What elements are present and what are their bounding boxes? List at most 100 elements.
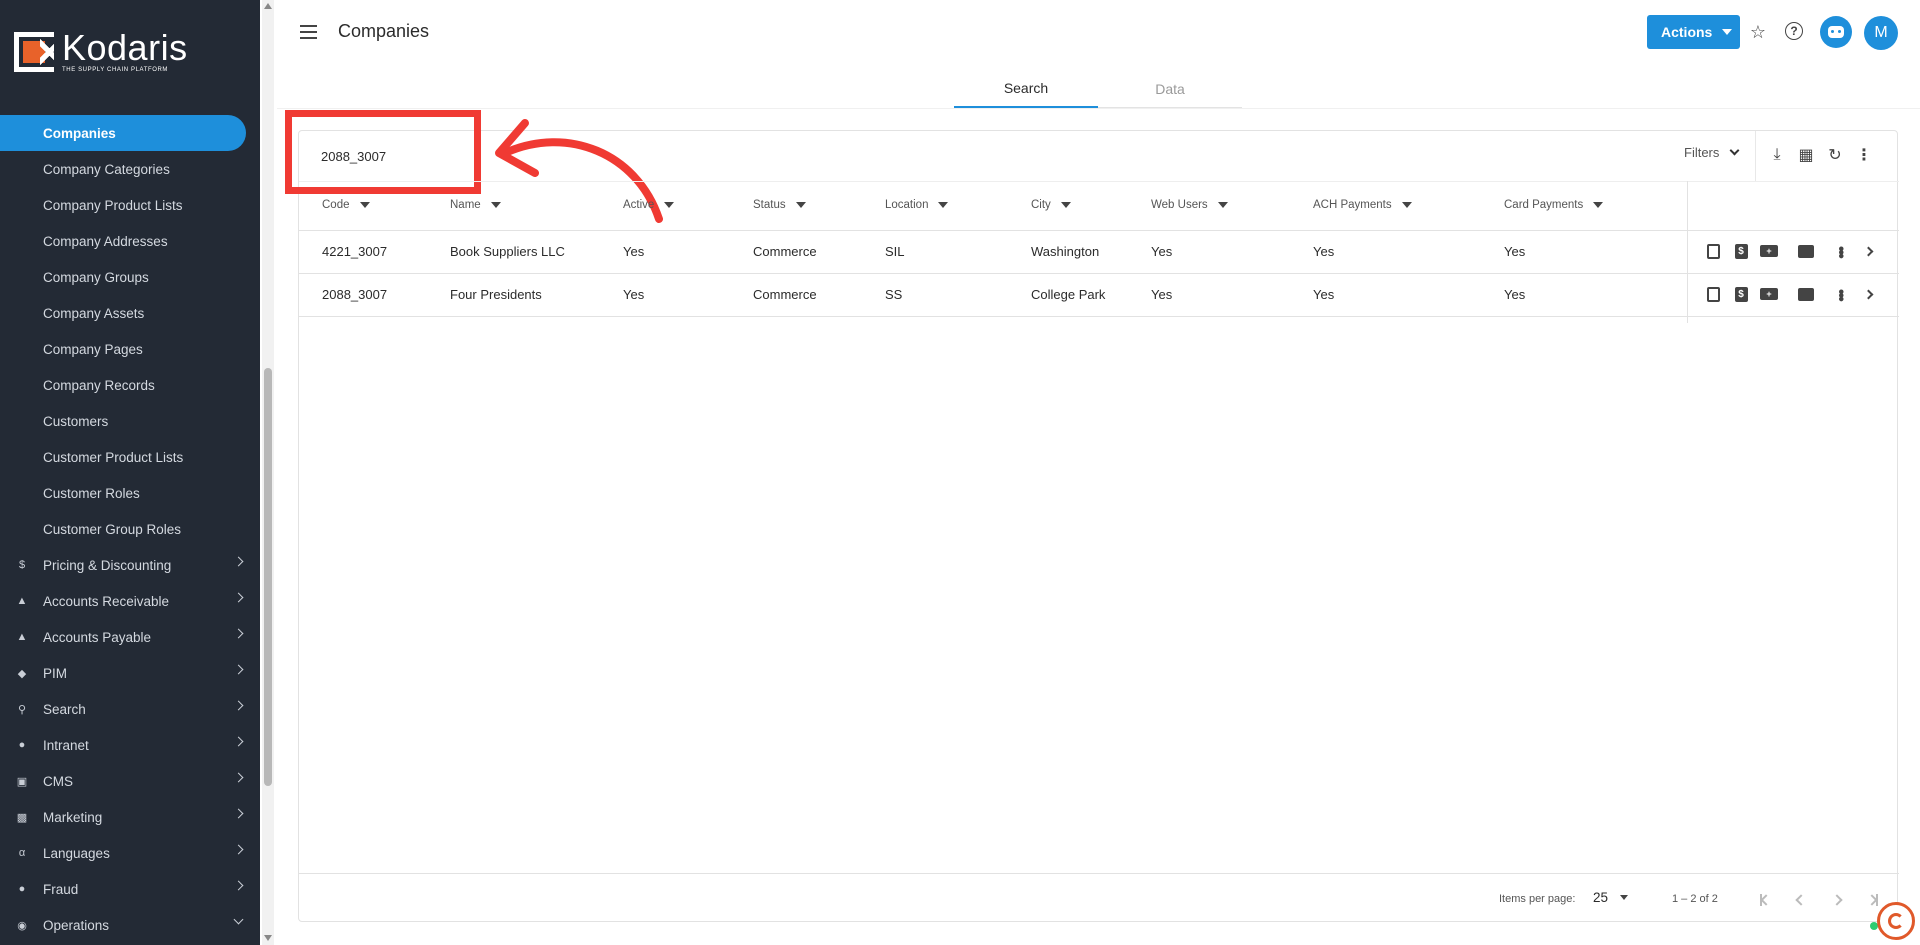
add-note-icon[interactable]	[1704, 242, 1722, 260]
cell-name: Four Presidents	[450, 287, 542, 302]
sidebar-group-fraud[interactable]: ● Fraud	[0, 871, 260, 907]
chevron-right-icon[interactable]	[1859, 285, 1877, 303]
tab-search[interactable]: Search	[954, 70, 1098, 108]
columns-icon[interactable]: ▦	[1796, 145, 1816, 165]
sidebar-item-company-pages[interactable]: Company Pages	[0, 331, 260, 367]
alert-icon: ●	[18, 883, 26, 895]
star-icon[interactable]: ☆	[1748, 22, 1768, 42]
comment-icon[interactable]	[1797, 242, 1815, 260]
scroll-down-arrow-icon[interactable]	[264, 935, 272, 941]
sidebar-item-customer-product-lists[interactable]: Customer Product Lists	[0, 439, 260, 475]
add-invoice-icon[interactable]: $	[1732, 242, 1750, 260]
kodaris-logo-mark	[14, 31, 54, 72]
table-row[interactable]: 2088_3007 Four Presidents Yes Commerce S…	[299, 274, 1899, 317]
sidebar-item-company-categories[interactable]: Company Categories	[0, 151, 260, 187]
cell-status: Commerce	[753, 287, 817, 302]
logo-name: Kodaris	[62, 27, 188, 68]
sidebar-item-company-groups[interactable]: Company Groups	[0, 259, 260, 295]
search-input[interactable]	[321, 141, 481, 171]
cell-city: Washington	[1031, 244, 1100, 259]
cell-code: 4221_3007	[322, 244, 388, 259]
column-header-card-payments[interactable]: Card Payments	[1504, 199, 1604, 211]
operations-icon: ◉	[17, 919, 27, 932]
column-header-status[interactable]: Status	[753, 199, 806, 211]
sidebar-item-customers[interactable]: Customers	[0, 403, 260, 439]
sidebar-item-company-assets[interactable]: Company Assets	[0, 295, 260, 331]
sort-icon	[1217, 202, 1228, 208]
paginator: Items per page: 25 1 – 2 of 2	[299, 873, 1899, 923]
toolbar-divider	[1755, 131, 1756, 181]
sidebar-group-languages[interactable]: α Languages	[0, 835, 260, 871]
sidebar-item-companies[interactable]: Companies	[0, 115, 246, 151]
sidebar-group-pim[interactable]: ◆ PIM	[0, 655, 260, 691]
sidebar-group-operations[interactable]: ◉ Operations	[0, 907, 260, 943]
column-header-location[interactable]: Location	[885, 199, 949, 211]
refresh-icon[interactable]: ↻	[1825, 145, 1845, 165]
more-vert-icon[interactable]: ⋮	[1854, 145, 1874, 165]
items-per-page-select[interactable]: 25	[1593, 890, 1629, 905]
assistant-bot-icon[interactable]	[1820, 16, 1852, 48]
caret-down-icon	[1620, 895, 1629, 900]
cell-code: 2088_3007	[322, 287, 388, 302]
sort-icon	[664, 202, 675, 208]
chevron-right-icon	[233, 628, 244, 639]
sidebar-group-accounts-payable[interactable]: ▲ Accounts Payable	[0, 619, 260, 655]
menu-icon[interactable]	[300, 25, 317, 39]
table-row[interactable]: 4221_3007 Book Suppliers LLC Yes Commerc…	[299, 231, 1899, 274]
help-icon[interactable]: ?	[1785, 22, 1803, 40]
cell-location: SS	[885, 287, 903, 302]
more-vert-icon[interactable]: •••	[1831, 285, 1849, 303]
kodaris-logo[interactable]: Kodaris THE SUPPLY CHAIN PLATFORM	[14, 30, 188, 73]
sidebar-group-cms[interactable]: ▣ CMS	[0, 763, 260, 799]
filters-dropdown[interactable]: Filters	[1684, 145, 1740, 160]
table-header: Code Name Active Status Location City We…	[299, 181, 1899, 231]
sort-icon	[359, 202, 370, 208]
more-vert-icon[interactable]: •••	[1831, 242, 1849, 260]
sidebar-item-company-product-lists[interactable]: Company Product Lists	[0, 187, 260, 223]
sidebar-item-company-records[interactable]: Company Records	[0, 367, 260, 403]
chevron-right-icon	[233, 808, 244, 819]
chevron-right-icon	[233, 844, 244, 855]
tab-data[interactable]: Data	[1098, 70, 1242, 108]
column-header-active[interactable]: Active	[623, 199, 675, 211]
add-shipment-icon[interactable]: +	[1760, 285, 1778, 303]
translate-icon: α	[18, 847, 26, 859]
next-page-button[interactable]	[1827, 890, 1847, 910]
cell-card-payments: Yes	[1504, 244, 1526, 259]
sidebar-item-customer-roles[interactable]: Customer Roles	[0, 475, 260, 511]
column-header-code[interactable]: Code	[322, 199, 370, 211]
last-page-button[interactable]	[1863, 890, 1883, 910]
sidebar-group-marketing[interactable]: ▩ Marketing	[0, 799, 260, 835]
column-header-city[interactable]: City	[1031, 199, 1071, 211]
sidebar-item-customer-group-roles[interactable]: Customer Group Roles	[0, 511, 260, 547]
sidebar-group-intranet[interactable]: ● Intranet	[0, 727, 260, 763]
sidebar-group-search[interactable]: ⚲ Search	[0, 691, 260, 727]
cell-name: Book Suppliers LLC	[450, 244, 565, 259]
search-icon: ⚲	[17, 703, 27, 716]
previous-page-button[interactable]	[1791, 890, 1811, 910]
actions-button[interactable]: Actions	[1647, 15, 1740, 49]
scroll-up-arrow-icon[interactable]	[264, 3, 272, 9]
column-header-ach-payments[interactable]: ACH Payments	[1313, 199, 1412, 211]
support-chat-icon[interactable]	[1877, 902, 1915, 940]
sort-icon	[1593, 202, 1604, 208]
cell-location: SIL	[885, 244, 905, 259]
sidebar-group-pricing[interactable]: $ Pricing & Discounting	[0, 547, 260, 583]
cell-card-payments: Yes	[1504, 287, 1526, 302]
sort-icon	[795, 202, 806, 208]
sidebar-scrollbar-thumb[interactable]	[264, 368, 272, 786]
chevron-right-icon[interactable]	[1859, 242, 1877, 260]
column-header-name[interactable]: Name	[450, 199, 501, 211]
sidebar-group-accounts-receivable[interactable]: ▲ Accounts Receivable	[0, 583, 260, 619]
download-icon[interactable]: ⤓	[1767, 145, 1787, 165]
sidebar-item-company-addresses[interactable]: Company Addresses	[0, 223, 260, 259]
column-header-web-users[interactable]: Web Users	[1151, 199, 1228, 211]
comment-icon[interactable]	[1797, 285, 1815, 303]
tabs: Search Data	[954, 70, 1242, 108]
avatar[interactable]: M	[1864, 16, 1898, 50]
cell-status: Commerce	[753, 244, 817, 259]
add-note-icon[interactable]	[1704, 285, 1722, 303]
first-page-button[interactable]	[1755, 890, 1775, 910]
add-shipment-icon[interactable]: +	[1760, 242, 1778, 260]
add-invoice-icon[interactable]: $	[1732, 285, 1750, 303]
